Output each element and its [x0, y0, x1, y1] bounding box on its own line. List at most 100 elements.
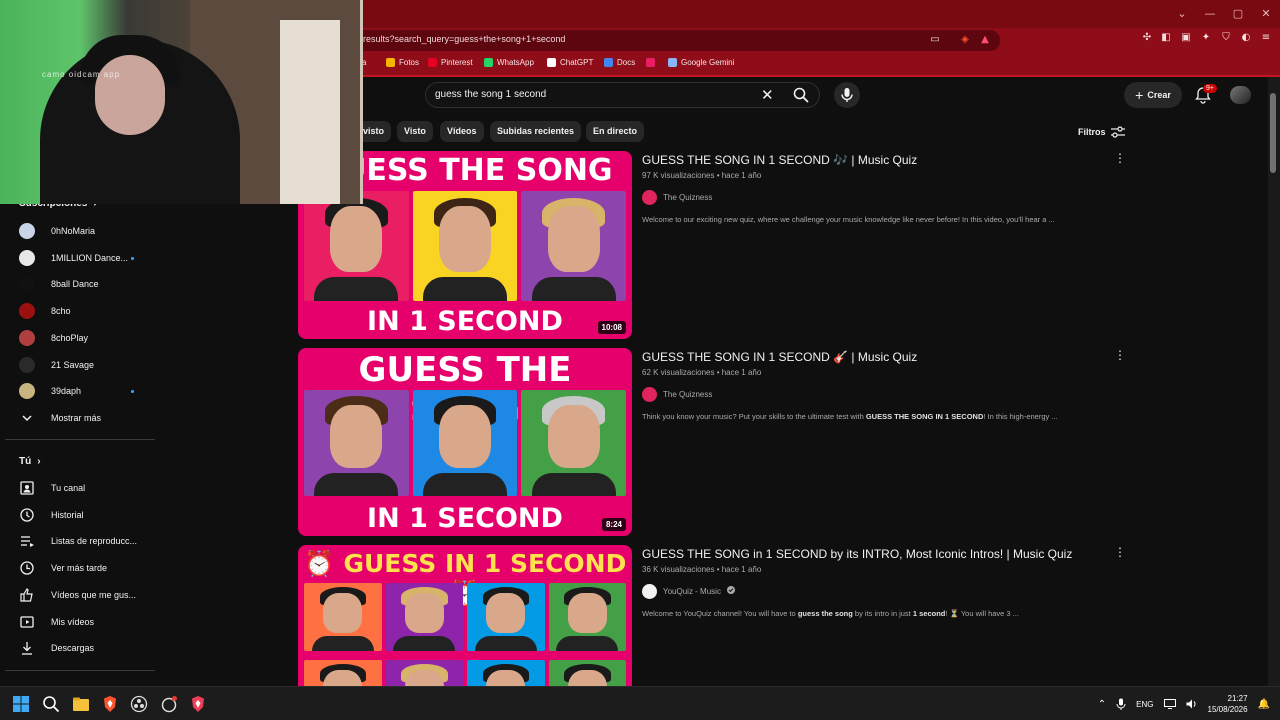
minimize-tab-search-icon[interactable]: ⌄: [1168, 0, 1196, 28]
bookmark-favicon-icon: [668, 58, 677, 67]
cast-icon[interactable]: ▭: [929, 34, 941, 46]
file-explorer-icon[interactable]: [72, 695, 90, 713]
extensions-icon[interactable]: ✣: [1141, 32, 1153, 44]
bookmark-item[interactable]: WhatsApp: [484, 58, 534, 67]
sidebar-subscription-item[interactable]: 8choPlay: [0, 325, 156, 351]
more-actions-icon[interactable]: ⋮: [1114, 151, 1126, 165]
video-thumbnail[interactable]: GUESS THE SONGIN 1 SECOND8:24: [298, 348, 632, 536]
video-title[interactable]: GUESS THE SONG IN 1 SECOND 🎸 | Music Qui…: [642, 350, 917, 364]
brave-nightly-icon[interactable]: [189, 695, 207, 713]
obs-icon[interactable]: [130, 695, 148, 713]
profile-icon[interactable]: ◐: [1240, 32, 1252, 44]
create-button[interactable]: + Crear: [1124, 82, 1182, 108]
sidebar-you-item[interactable]: Listas de reproducc...: [0, 528, 156, 554]
microphone-tray-icon[interactable]: [1116, 698, 1126, 710]
vpn-icon[interactable]: ⛉: [1220, 32, 1232, 44]
my-videos-icon: [19, 614, 35, 630]
clear-icon[interactable]: ✕: [761, 86, 774, 104]
channel-info[interactable]: The Quizness: [642, 386, 712, 402]
sidebar-you-item[interactable]: Mis vídeos: [0, 609, 156, 635]
bookmark-item[interactable]: Google Gemini: [668, 58, 734, 67]
channel-info[interactable]: YouQuiz - Music: [642, 583, 735, 599]
bookmark-label: ChatGPT: [560, 58, 594, 67]
sliders-icon: [1110, 126, 1125, 138]
bookmark-item[interactable]: Docs: [604, 58, 635, 67]
filters-button[interactable]: Filtros: [1078, 126, 1125, 138]
app-with-notification-icon[interactable]: [160, 695, 178, 713]
artist-face: [330, 206, 383, 273]
verified-check-icon: [726, 586, 735, 596]
bookmark-favicon-icon: [484, 58, 493, 67]
network-icon[interactable]: [1163, 699, 1176, 709]
sidebar-divider: [5, 670, 155, 671]
filter-chip[interactable]: Subidas recientes: [490, 121, 582, 142]
sidebar-subscription-item[interactable]: 1MILLION Dance...: [0, 245, 156, 271]
maximize-icon[interactable]: ▢: [1224, 0, 1252, 28]
menu-icon[interactable]: ≡: [1260, 32, 1272, 44]
volume-icon[interactable]: [1186, 699, 1198, 709]
filter-chip[interactable]: En directo: [586, 121, 645, 142]
video-result[interactable]: GUESS THE SONGIN 1 SECOND8:24 GUESS THE S…: [298, 348, 1128, 538]
voice-search-button[interactable]: [834, 82, 860, 108]
video-title[interactable]: GUESS THE SONG IN 1 SECOND 🎶 | Music Qui…: [642, 153, 917, 167]
description-fragment: GUESS THE SONG IN 1 SECOND: [865, 412, 984, 421]
search-box[interactable]: guess the song 1 second ✕: [425, 82, 820, 108]
bookmark-item[interactable]: Pinterest: [428, 58, 473, 67]
taskbar-search-icon[interactable]: [42, 695, 60, 713]
sidebar-subscription-item[interactable]: 0hNoMaria: [0, 218, 156, 244]
artist-outfit: [314, 472, 399, 496]
sidebar-subscription-item[interactable]: 8ball Dance: [0, 271, 156, 297]
subscription-label: 8choPlay: [51, 332, 89, 343]
artist-face: [567, 592, 607, 634]
sidebar-subscription-item[interactable]: 8cho: [0, 298, 156, 324]
input-language[interactable]: ENG: [1136, 700, 1153, 709]
brave-shield-icon[interactable]: ◈: [959, 34, 971, 46]
sidebar-you-item[interactable]: Historial: [0, 502, 156, 528]
video-duration: 10:08: [597, 321, 626, 334]
show-more-label: Mostrar más: [51, 412, 102, 423]
bookmark-label: WhatsApp: [497, 58, 534, 67]
create-label: Crear: [1147, 90, 1171, 100]
leo-icon[interactable]: ✦: [1200, 32, 1212, 44]
video-result[interactable]: GUESS THE SONG IN 1 SECOND 10:08 GUESS THE …: [298, 151, 1128, 341]
clock[interactable]: 21:27 15/08/2026: [1208, 693, 1248, 715]
filter-chip[interactable]: Vídeos: [440, 121, 484, 142]
sidebar-you-item[interactable]: Tu canal: [0, 475, 156, 501]
close-icon[interactable]: ✕: [1252, 0, 1280, 28]
search-icon[interactable]: [793, 87, 809, 103]
rewards-icon[interactable]: ▲: [979, 34, 991, 46]
brave-browser-icon[interactable]: [101, 695, 119, 713]
webcam-person-face: [95, 55, 165, 135]
sidebar-subscription-item[interactable]: 21 Savage: [0, 352, 156, 378]
description-fragment: Welcome to our exciting new quiz, where …: [642, 215, 1055, 224]
sidebar-subscription-item[interactable]: 39daph: [0, 378, 156, 404]
bookmark-item[interactable]: Fotos: [386, 58, 419, 67]
minimize-icon[interactable]: —: [1196, 0, 1224, 28]
bookmark-item[interactable]: ChatGPT: [547, 58, 593, 67]
search-input[interactable]: guess the song 1 second: [435, 89, 546, 100]
show-hidden-icons-chevron-icon[interactable]: ⌃: [1098, 699, 1106, 710]
bookmark-item[interactable]: [646, 58, 659, 67]
more-actions-icon[interactable]: ⋮: [1114, 348, 1126, 362]
channel-info[interactable]: The Quizness: [642, 189, 712, 205]
channel-icon: [19, 480, 35, 496]
show-more-button[interactable]: Mostrar más: [0, 405, 156, 431]
you-header[interactable]: Tú ›: [19, 456, 41, 467]
sidebar-you-item[interactable]: Vídeos que me gus...: [0, 582, 156, 608]
filter-chip[interactable]: Visto: [397, 121, 433, 142]
sidebar-toggle-icon[interactable]: ◧: [1160, 32, 1172, 44]
sidebar-you-item[interactable]: Ver más tarde: [0, 555, 156, 581]
url-field[interactable]: results?search_query=guess+the+song+1+se…: [355, 30, 1000, 51]
video-title[interactable]: GUESS THE SONG in 1 SECOND by its INTRO,…: [642, 547, 1072, 561]
sidebar-you-item[interactable]: Descargas: [0, 635, 156, 661]
wallet-icon[interactable]: ▣: [1180, 32, 1192, 44]
thumbnail-artist-photo: [412, 390, 518, 496]
subscription-label: 21 Savage: [51, 359, 95, 370]
notification-center-icon[interactable]: 🔔: [1258, 699, 1270, 710]
view-count: 36 K visualizaciones: [642, 565, 715, 574]
scrollbar-thumb[interactable]: [1270, 93, 1276, 173]
account-avatar[interactable]: [1230, 86, 1251, 104]
artist-outfit: [423, 472, 507, 496]
windows-start-icon[interactable]: [12, 695, 30, 713]
more-actions-icon[interactable]: ⋮: [1114, 545, 1126, 559]
